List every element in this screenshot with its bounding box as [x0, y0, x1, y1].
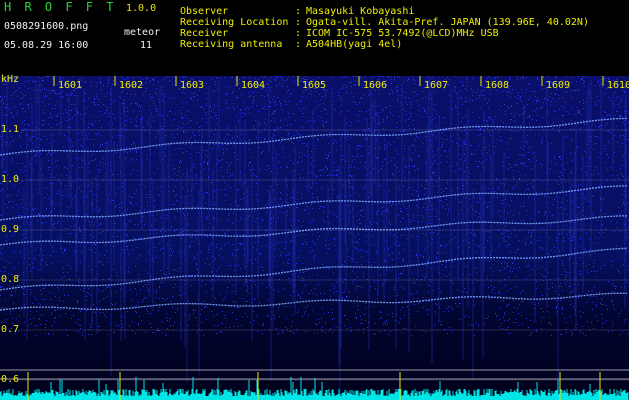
y-tick-label: 0.8 — [1, 274, 20, 285]
separator: : — [295, 39, 302, 50]
x-tick-label: 1606 — [363, 80, 388, 91]
meteor-count: 11 — [140, 40, 153, 51]
observer-value: Masayuki Kobayashi — [306, 6, 415, 17]
x-tick-label: 1609 — [546, 80, 571, 91]
header-panel: H R O F F T 1.0.0 0508291600.png meteor … — [0, 0, 629, 76]
y-tick-label: 1.0 — [1, 174, 20, 185]
date-time: 05.08.29 16:00 — [4, 40, 89, 51]
y-tick-label: 0.9 — [1, 224, 20, 235]
meteor-label: meteor — [124, 27, 161, 38]
x-tick-label: 1607 — [424, 80, 449, 91]
x-tick-label: 1604 — [241, 80, 266, 91]
spectrogram — [0, 76, 629, 400]
observer-label: Observer — [180, 6, 229, 17]
x-tick-label: 1610 — [607, 80, 629, 91]
receiver-label: Receiver — [180, 28, 229, 39]
x-tick-label: 1605 — [302, 80, 327, 91]
x-tick-label: 1601 — [58, 80, 83, 91]
app-logo: H R O F F T — [4, 0, 117, 14]
y-tick-label: 1.1 — [1, 124, 20, 135]
x-tick-label: 1602 — [119, 80, 144, 91]
app-version: 1.0.0 — [126, 3, 157, 14]
antenna-value: A504HB(yagi 4el) — [306, 39, 403, 50]
y-tick-label: 0.6 — [1, 374, 20, 385]
separator: : — [295, 28, 302, 39]
y-axis-unit: kHz — [1, 74, 20, 85]
location-value: Ogata-vill. Akita-Pref. JAPAN (139.96E, … — [306, 17, 589, 28]
file-name: 0508291600.png — [4, 21, 89, 32]
receiver-value: ICOM IC-575 53.7492(@LCD)MHz USB — [306, 28, 499, 39]
x-tick-label: 1603 — [180, 80, 205, 91]
separator: : — [295, 6, 302, 17]
separator: : — [295, 17, 302, 28]
antenna-label: Receiving antenna — [180, 39, 283, 50]
y-tick-label: 0.7 — [1, 324, 20, 335]
location-label: Receiving Location — [180, 17, 289, 28]
x-tick-label: 1608 — [485, 80, 510, 91]
